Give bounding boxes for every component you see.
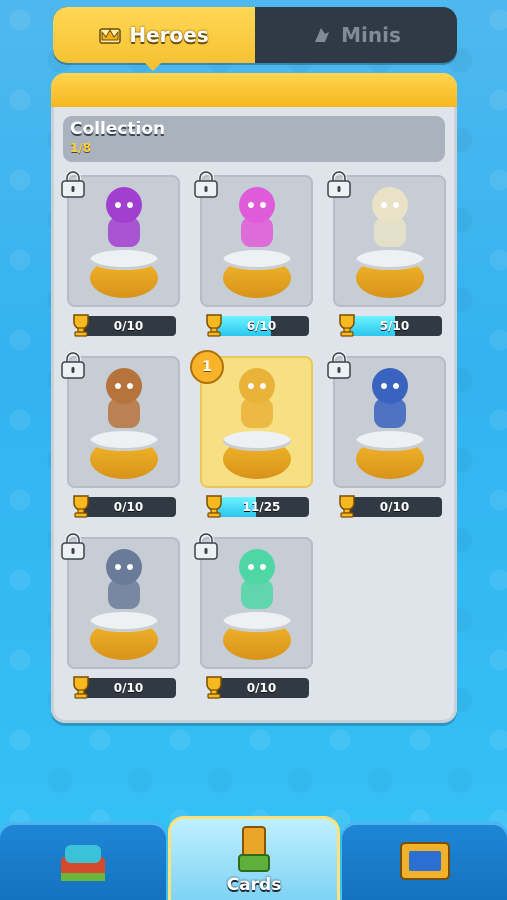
progress-text: 5/10 [379, 319, 410, 333]
hero-figure [106, 187, 142, 247]
hero-card[interactable]: 0/10 [61, 170, 180, 341]
frame-icon [399, 842, 450, 880]
active-tab-pointer [143, 61, 163, 71]
hero-grid: 0/10 6/10 5/10 0/10 1 11/25 0/10 0/10 0/… [61, 170, 447, 703]
mini-icon [315, 28, 330, 42]
nav-map-button[interactable] [342, 822, 507, 900]
progress-text: 0/10 [113, 500, 144, 514]
card-progress-bar: 5/10 [347, 316, 442, 336]
hero-figure [372, 368, 408, 428]
card-progress-bar: 6/10 [214, 316, 309, 336]
hero-card[interactable]: 0/10 [61, 532, 180, 703]
collection-title: Collection [70, 119, 166, 139]
tab-heroes[interactable]: Heroes [53, 7, 255, 63]
tab-minis[interactable]: Minis [255, 7, 457, 63]
trophy-icon [339, 495, 355, 518]
hero-card[interactable]: 0/10 [61, 351, 180, 522]
crown-icon [99, 28, 122, 44]
nav-shop-button[interactable] [0, 822, 166, 900]
trophy-icon [206, 314, 222, 337]
trophy-icon [73, 495, 89, 518]
hero-card[interactable]: 1 11/25 [190, 350, 313, 522]
nav-cards-button[interactable]: Cards [168, 816, 340, 900]
progress-text: 0/10 [246, 681, 277, 695]
shop-icon [61, 845, 105, 881]
hero-figure [239, 549, 275, 609]
card-progress-bar: 11/25 [214, 497, 309, 517]
lock-icon [61, 351, 85, 379]
collection-header: Collection 1/8 [63, 116, 445, 162]
hero-figure [239, 187, 275, 247]
progress-text: 0/10 [379, 500, 410, 514]
tab-bar: Heroes Minis [53, 7, 457, 63]
collection-panel: Collection 1/8 0/10 6/10 5/10 0/10 1 11/… [51, 73, 457, 723]
tab-minis-label: Minis [341, 23, 401, 47]
trophy-icon [73, 676, 89, 699]
lock-icon [194, 170, 218, 198]
lock-icon [327, 170, 351, 198]
hero-card[interactable]: 0/10 [194, 532, 313, 703]
lock-icon [61, 532, 85, 560]
bottom-navigation: Cards [0, 816, 507, 900]
cards-icon [238, 825, 270, 872]
panel-header-bar [51, 73, 457, 107]
hero-card[interactable]: 6/10 [194, 170, 313, 341]
hero-figure [106, 368, 142, 428]
trophy-icon [73, 314, 89, 337]
progress-text: 0/10 [113, 319, 144, 333]
collection-count: 1/8 [70, 141, 92, 155]
level-badge: 1 [190, 350, 224, 384]
card-progress-bar: 0/10 [81, 497, 176, 517]
nav-cards-label: Cards [226, 874, 282, 895]
lock-icon [327, 351, 351, 379]
hero-card[interactable]: 0/10 [327, 351, 446, 522]
trophy-icon [339, 314, 355, 337]
tab-heroes-label: Heroes [129, 23, 209, 47]
card-progress-bar: 0/10 [81, 678, 176, 698]
hero-figure [106, 549, 142, 609]
card-progress-bar: 0/10 [214, 678, 309, 698]
card-progress-bar: 0/10 [347, 497, 442, 517]
card-progress-bar: 0/10 [81, 316, 176, 336]
trophy-icon [206, 495, 222, 518]
progress-text: 11/25 [242, 500, 281, 514]
hero-card[interactable]: 5/10 [327, 170, 446, 341]
progress-text: 0/10 [113, 681, 144, 695]
trophy-icon [206, 676, 222, 699]
lock-icon [61, 170, 85, 198]
progress-text: 6/10 [246, 319, 277, 333]
lock-icon [194, 532, 218, 560]
hero-figure [372, 187, 408, 247]
hero-figure [239, 368, 275, 428]
